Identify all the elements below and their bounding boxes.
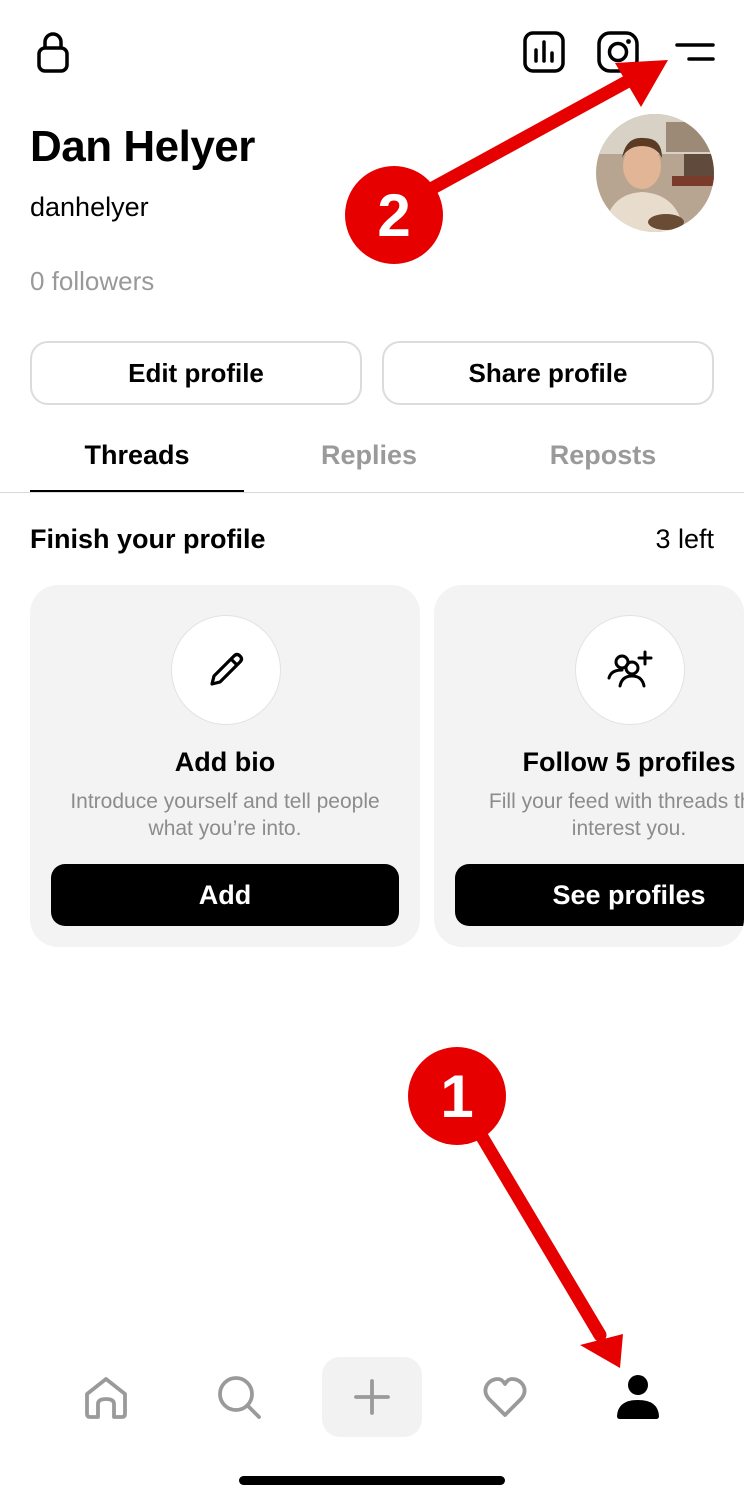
heart-icon[interactable]: [455, 1357, 555, 1437]
new-thread-button[interactable]: [322, 1357, 422, 1437]
lock-icon[interactable]: [30, 28, 76, 76]
tab-replies[interactable]: Replies: [262, 440, 476, 492]
arrow-to-profile: [465, 1113, 607, 1342]
follow-people-icon: [575, 615, 685, 725]
avatar[interactable]: [596, 114, 714, 232]
annotation-badge-1: 1: [408, 1047, 506, 1145]
plus-icon: [354, 1379, 390, 1415]
pencil-icon: [171, 615, 281, 725]
profile-icon[interactable]: [588, 1357, 688, 1437]
profile-handle: danhelyer: [30, 192, 149, 222]
card-title: Follow 5 profiles: [522, 747, 736, 777]
card-title: Add bio: [174, 747, 276, 777]
card-description: Fill your feed with threads that interes…: [488, 790, 744, 840]
home-indicator[interactable]: [239, 1476, 505, 1485]
tab-threads[interactable]: Threads: [30, 440, 244, 492]
tabs-divider: [0, 492, 744, 493]
see-profiles-button[interactable]: See profiles: [455, 864, 744, 926]
followers-count[interactable]: 0 followers: [30, 266, 154, 297]
add-bio-card: Add bio Introduce yourself and tell peop…: [30, 585, 420, 947]
profile-name: Dan Helyer: [30, 122, 255, 171]
instagram-icon[interactable]: [596, 30, 640, 74]
insights-icon[interactable]: [522, 30, 566, 74]
finish-profile-count: 3 left: [655, 524, 714, 554]
follow-profiles-card: Follow 5 profiles Fill your feed with th…: [434, 585, 744, 947]
home-icon[interactable]: [56, 1357, 156, 1437]
menu-icon[interactable]: [672, 36, 718, 68]
search-icon[interactable]: [189, 1357, 289, 1437]
share-profile-button[interactable]: Share profile: [382, 341, 714, 405]
annotation-badge-2: 2: [345, 166, 443, 264]
finish-profile-title: Finish your profile: [30, 524, 266, 554]
edit-profile-button[interactable]: Edit profile: [30, 341, 362, 405]
card-description: Introduce yourself and tell people what …: [70, 790, 380, 840]
tab-reposts[interactable]: Reposts: [496, 440, 710, 492]
add-bio-button[interactable]: Add: [51, 864, 399, 926]
